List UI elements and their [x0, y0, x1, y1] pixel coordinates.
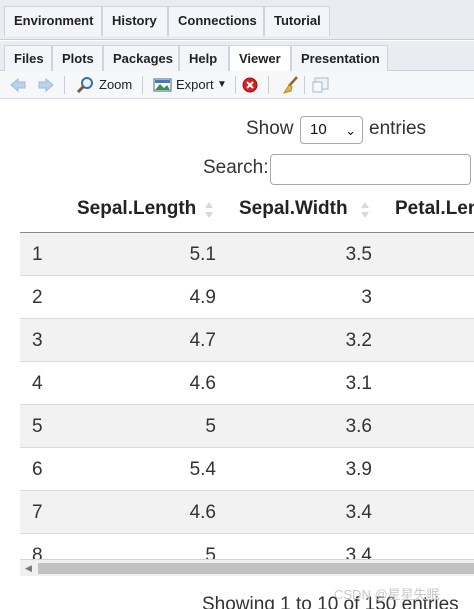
table-row: 1 5.1 3.5 [20, 233, 474, 276]
horizontal-scrollbar[interactable]: ◀ [20, 559, 474, 576]
length-prefix-label: Show [246, 118, 294, 139]
broom-icon[interactable] [280, 75, 300, 95]
toolbar-separator [268, 76, 269, 94]
sepal-width-cell: 3.5 [345, 244, 372, 265]
row-index: 2 [32, 287, 43, 308]
table-row: 2 4.9 3 [20, 276, 474, 319]
sepal-width-cell: 3.1 [345, 373, 372, 394]
sepal-length-cell: 5 [205, 416, 216, 437]
tab-environment[interactable]: Environment [4, 6, 102, 36]
column-header-petal-length[interactable]: Petal.Len [395, 198, 474, 220]
clear-viewer-icon[interactable] [242, 77, 258, 93]
forward-arrow-icon[interactable] [38, 78, 54, 92]
search-input[interactable] [270, 154, 471, 185]
back-arrow-icon[interactable] [10, 78, 26, 92]
show-in-window-icon[interactable] [312, 76, 330, 94]
search-label: Search: [203, 157, 269, 178]
chevron-down-icon: ⌄ [345, 123, 356, 138]
sepal-length-cell: 4.7 [189, 330, 216, 351]
toolbar-separator [64, 76, 65, 94]
row-index: 3 [32, 330, 43, 351]
sepal-length-cell: 5 [205, 545, 216, 559]
row-index: 4 [32, 373, 43, 394]
tab-files[interactable]: Files [4, 45, 52, 72]
toolbar-separator [142, 76, 143, 94]
sepal-length-cell: 4.9 [189, 287, 216, 308]
table-row: 8 5 3.4 [20, 534, 474, 559]
sepal-length-cell: 5.4 [189, 459, 216, 480]
toolbar-separator [304, 76, 305, 94]
table-row: 5 5 3.6 [20, 405, 474, 448]
row-index: 8 [32, 545, 43, 559]
entries-length-select[interactable]: 10 ⌄ [300, 116, 363, 144]
sepal-width-cell: 3.6 [345, 416, 372, 437]
toolbar-separator [235, 76, 236, 94]
export-button[interactable]: Export [176, 75, 214, 95]
tab-packages[interactable]: Packages [103, 45, 179, 72]
scrollbar-thumb[interactable] [38, 563, 474, 574]
tab-connections[interactable]: Connections [168, 6, 264, 36]
viewer-panel: Show 10 ⌄ entries Search: Sepal.Length S… [0, 100, 474, 609]
sepal-length-cell: 5.1 [189, 244, 216, 265]
entries-length-value: 10 [310, 121, 327, 138]
sepal-width-cell: 3.4 [345, 502, 372, 523]
sepal-width-cell: 3 [361, 287, 372, 308]
row-index: 5 [32, 416, 43, 437]
tab-help[interactable]: Help [179, 45, 229, 72]
column-header-sepal-length[interactable]: Sepal.Length [77, 198, 196, 220]
sort-icon[interactable] [360, 201, 370, 219]
zoom-button[interactable]: Zoom [99, 75, 132, 95]
tab-presentation[interactable]: Presentation [291, 45, 388, 72]
row-index: 6 [32, 459, 43, 480]
scroll-left-icon[interactable]: ◀ [25, 563, 32, 574]
tab-viewer[interactable]: Viewer [229, 45, 291, 73]
top-tab-bar: Environment History Connections Tutorial [0, 0, 474, 40]
table-row: 6 5.4 3.9 [20, 448, 474, 491]
sepal-width-cell: 3.9 [345, 459, 372, 480]
sepal-length-cell: 4.6 [189, 373, 216, 394]
column-header-sepal-width[interactable]: Sepal.Width [239, 198, 348, 220]
row-index: 1 [32, 244, 43, 265]
pane-tab-bar: Files Plots Packages Help Viewer Present… [0, 41, 474, 73]
watermark: CSDN @星星失眠 [334, 587, 440, 602]
table-row: 7 4.6 3.4 [20, 491, 474, 534]
table-row: 3 4.7 3.2 [20, 319, 474, 362]
row-index: 7 [32, 502, 43, 523]
sepal-width-cell: 3.4 [345, 545, 372, 559]
sort-icon[interactable] [204, 201, 214, 219]
table-row: 4 4.6 3.1 [20, 362, 474, 405]
length-suffix-label: entries [369, 118, 427, 139]
zoom-magnifier-icon[interactable] [76, 76, 94, 94]
sepal-width-cell: 3.2 [345, 330, 372, 351]
viewer-toolbar: Zoom Export ▼ [0, 71, 474, 99]
tab-plots[interactable]: Plots [52, 45, 103, 72]
tab-history[interactable]: History [102, 6, 168, 36]
tab-tutorial[interactable]: Tutorial [264, 6, 330, 36]
sepal-length-cell: 4.6 [189, 502, 216, 523]
export-image-icon[interactable] [153, 77, 173, 93]
chevron-down-icon[interactable]: ▼ [217, 75, 227, 95]
